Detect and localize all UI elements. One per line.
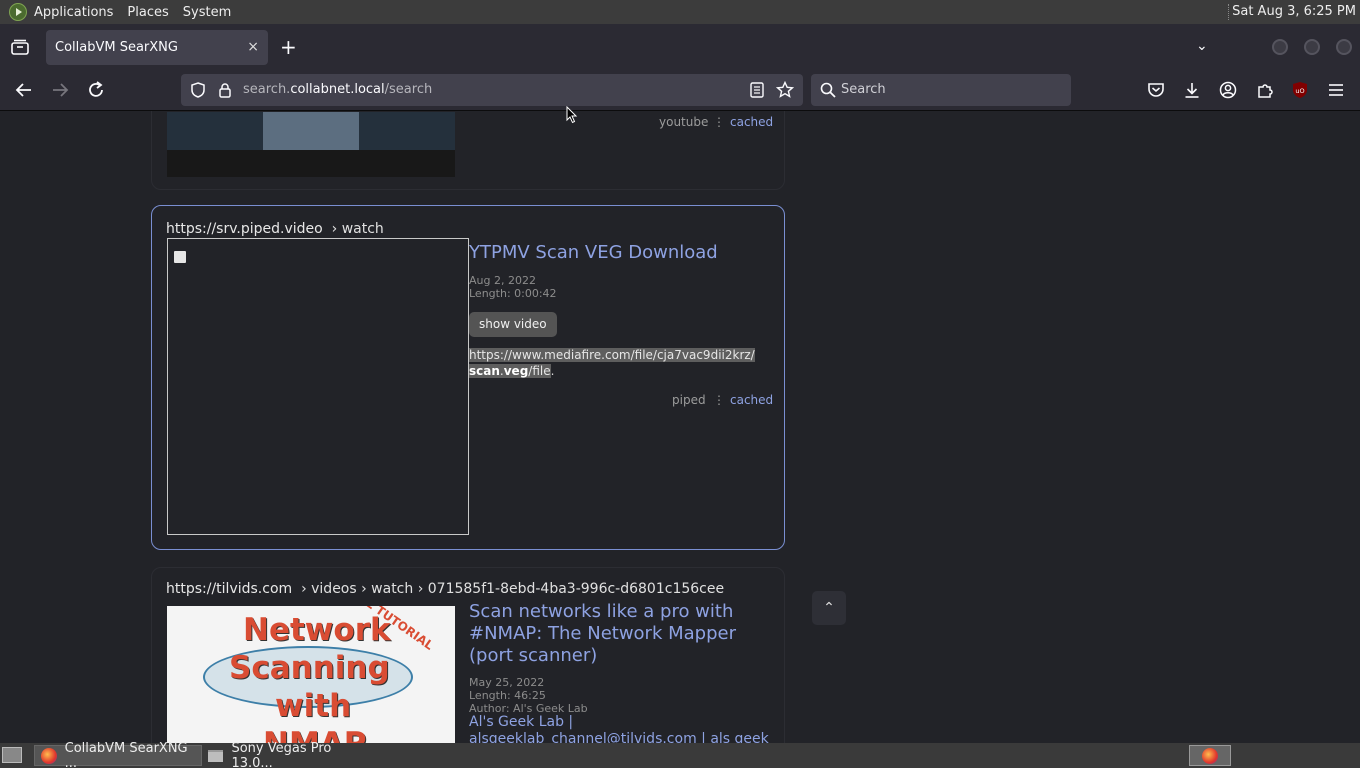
desktop-top-panel: Applications Places System Sat Aug 3, 6:… [0, 0, 1360, 24]
reload-icon[interactable] [87, 81, 105, 99]
result-card-selected: https://srv.piped.video › watch YTPMV Sc… [151, 205, 785, 550]
result-url-host: https://tilvids.com [166, 581, 293, 597]
result-content-bold: scan [469, 364, 500, 378]
firefox-icon [41, 747, 57, 764]
chevron-down-icon[interactable]: ⌄ [1196, 38, 1208, 54]
result-card: youtube ⋮ cached [151, 111, 785, 190]
taskbar-item-folder[interactable]: Sony Vegas Pro 13.0... [202, 741, 372, 768]
workspace-switcher[interactable] [1189, 745, 1231, 766]
result-content: https://www.mediafire.com/file/cja7vac9d… [469, 347, 755, 379]
taskbar-item-browser[interactable]: CollabVM SearXNG ... [34, 741, 202, 768]
close-window-icon[interactable] [1336, 39, 1352, 55]
search-bar[interactable]: Search [811, 74, 1071, 106]
lock-icon[interactable] [218, 82, 232, 98]
taskbar-item-label: CollabVM SearXNG ... [64, 740, 188, 768]
url-path: /search [384, 82, 433, 97]
new-tab-button[interactable]: + [280, 36, 297, 58]
result-content-bold: veg [503, 364, 529, 378]
result-engine: piped [672, 393, 706, 407]
extensions-icon[interactable] [1256, 81, 1274, 99]
result-title[interactable]: YTPMV Scan VEG Download [469, 242, 718, 264]
result-length: Length: 46:25 [469, 689, 546, 702]
author-link[interactable]: Al's Geek Lab | [469, 714, 573, 730]
forward-arrow-icon[interactable] [51, 82, 69, 98]
places-menu[interactable]: Places [127, 5, 168, 20]
search-placeholder: Search [841, 82, 886, 97]
tab-title: CollabVM SearXNG [55, 40, 178, 55]
cached-link[interactable]: cached [730, 393, 773, 407]
back-arrow-icon[interactable] [15, 82, 33, 98]
thumbnail-word: Scanning [229, 650, 390, 686]
show-desktop-icon[interactable] [2, 747, 22, 763]
result-date: Aug 2, 2022 [469, 274, 536, 287]
more-vertical-icon: ⋮ [713, 115, 725, 129]
result-date: May 25, 2022 [469, 676, 545, 689]
result-url-host: https://srv.piped.video [166, 221, 323, 237]
result-content-highlight: https://www.mediafire.com/file/cja7vac9d… [469, 348, 755, 362]
system-menu[interactable]: System [183, 5, 231, 20]
address-bar[interactable]: search.collabnet.local/search [181, 74, 803, 106]
pocket-icon[interactable] [1147, 81, 1165, 99]
folder-icon [208, 749, 224, 762]
url-subdomain: search. [243, 82, 291, 97]
result-length: Length: 0:00:42 [469, 287, 557, 300]
more-vertical-icon: ⋮ [713, 393, 725, 407]
mouse-cursor-icon [566, 106, 578, 124]
download-icon[interactable] [1183, 81, 1201, 99]
result-thumbnail[interactable] [167, 112, 455, 177]
scroll-to-top-button[interactable]: ⌃ [812, 591, 846, 625]
chevron-up-icon: ⌃ [823, 600, 835, 616]
result-thumbnail[interactable]: FULL TUTORIAL Network Scanning with NMAP [167, 606, 455, 743]
screen: Applications Places System Sat Aug 3, 6:… [0, 0, 1360, 768]
url-text[interactable]: search.collabnet.local/search [243, 82, 432, 97]
hamburger-menu-icon[interactable] [1328, 82, 1344, 98]
search-icon [820, 82, 836, 98]
firefox-view-icon[interactable] [10, 39, 30, 55]
maximize-window-icon[interactable] [1304, 39, 1320, 55]
thumbnail-word: Network [243, 612, 391, 648]
shield-icon[interactable] [190, 82, 206, 98]
close-tab-icon[interactable]: × [247, 39, 259, 55]
result-content-tail: /file [528, 364, 551, 378]
distro-logo-icon[interactable] [9, 3, 27, 21]
result-thumbnail[interactable] [167, 238, 469, 535]
thumbnail-image-center [263, 112, 359, 150]
result-url-path: › videos › watch › 071585f1-8ebd-4ba3-99… [301, 581, 725, 597]
reader-view-icon[interactable] [750, 82, 764, 98]
panel-separator [1228, 4, 1230, 20]
result-url-path: › watch [331, 221, 384, 237]
result-title[interactable]: Scan networks like a pro with #NMAP: The… [469, 601, 774, 667]
result-url[interactable]: https://tilvids.com › videos › watch › 0… [166, 581, 724, 597]
cached-link[interactable]: cached [730, 115, 773, 129]
result-content-end: . [550, 364, 555, 378]
result-card: https://tilvids.com › videos › watch › 0… [151, 567, 785, 743]
result-engine: youtube [659, 115, 709, 129]
ublock-origin-icon[interactable]: uO [1291, 81, 1309, 99]
tab-searxng[interactable]: CollabVM SearXNG × [46, 30, 268, 65]
page-content: youtube ⋮ cached https://srv.piped.video… [0, 111, 1360, 743]
result-url[interactable]: https://srv.piped.video › watch [166, 221, 384, 237]
desktop-taskbar: CollabVM SearXNG ... Sony Vegas Pro 13.0… [0, 741, 1360, 768]
svg-text:uO: uO [1295, 87, 1304, 95]
navigation-toolbar: search.collabnet.local/search Search uO [0, 70, 1360, 111]
show-video-button[interactable]: show video [469, 312, 557, 337]
thumbnail-word: with [275, 688, 352, 724]
applications-menu[interactable]: Applications [34, 5, 113, 20]
tab-strip: CollabVM SearXNG × + ⌄ [0, 24, 1360, 70]
broken-image-icon [174, 251, 186, 263]
channel-link[interactable]: alsgeeklab_channel@tilvids.com | als gee… [469, 731, 769, 743]
minimize-window-icon[interactable] [1272, 39, 1288, 55]
url-domain: collabnet.local [290, 82, 385, 97]
account-icon[interactable] [1219, 81, 1237, 99]
taskbar-item-label: Sony Vegas Pro 13.0... [231, 740, 332, 768]
panel-clock[interactable]: Sat Aug 3, 6:25 PM [1232, 4, 1356, 19]
firefox-icon [1202, 748, 1218, 764]
bookmark-star-icon[interactable] [776, 81, 794, 99]
